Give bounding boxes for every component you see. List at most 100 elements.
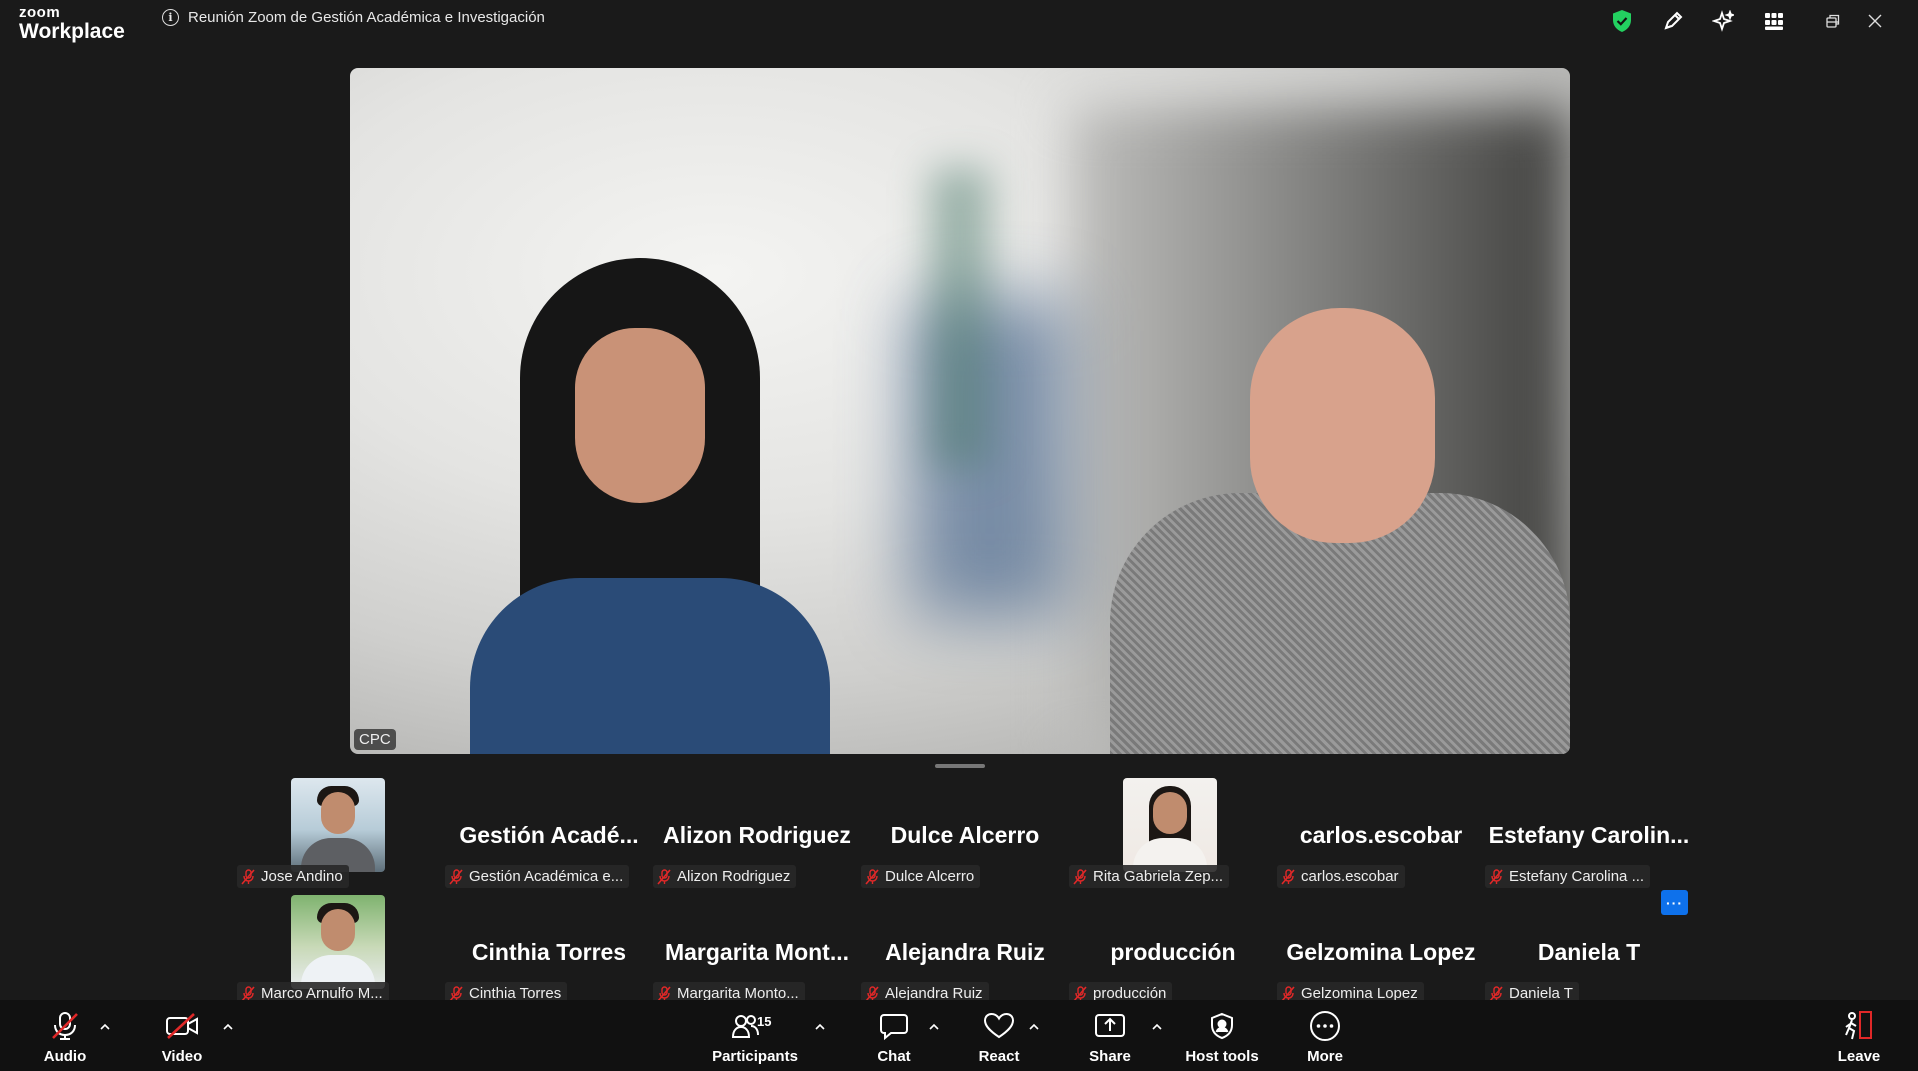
- participants-options-chevron-icon[interactable]: [813, 1020, 827, 1034]
- host-shield-icon: [1202, 1008, 1242, 1044]
- audio-label: Audio: [43, 1048, 87, 1065]
- logo-brand-bottom: Workplace: [19, 20, 125, 43]
- participants-icon: 15: [715, 1008, 795, 1044]
- participant-name-tag: carlos.escobar: [1277, 865, 1405, 888]
- participant-woman: [470, 258, 830, 754]
- participants-label: Participants: [712, 1048, 798, 1065]
- participant-tile[interactable]: Estefany Carolin... Estefany Carolina ...: [1485, 778, 1693, 888]
- react-options-chevron-icon[interactable]: [1027, 1020, 1041, 1034]
- participant-tile[interactable]: carlos.escobar carlos.escobar: [1277, 778, 1485, 888]
- meeting-toolbar: Audio Video 15 Participants Chat React S…: [0, 1000, 1918, 1071]
- participant-name-tag: Gestión Académica e...: [445, 865, 630, 888]
- photo-head: [321, 909, 355, 951]
- chat-options-chevron-icon[interactable]: [927, 1020, 941, 1034]
- zoom-logo: zoom Workplace: [19, 5, 125, 42]
- participant-name-tag: Rita Gabriela Zep...: [1069, 865, 1230, 888]
- microphone-muted-icon: [45, 1008, 85, 1044]
- participant-photo: [291, 895, 385, 989]
- participant-tile[interactable]: Alejandra Ruiz Alejandra Ruiz: [861, 895, 1069, 1005]
- mic-muted-icon: [241, 868, 255, 885]
- participant-display-name: Alizon Rodriguez: [663, 822, 851, 848]
- background-blur: [930, 168, 990, 468]
- share-button[interactable]: Share: [1089, 1008, 1131, 1068]
- participant-name-tag: Dulce Alcerro: [861, 865, 981, 888]
- participant-display-name: Daniela T: [1537, 939, 1641, 965]
- participant-name: Gestión Académica e...: [469, 868, 624, 885]
- ai-companion-icon[interactable]: [1710, 8, 1736, 34]
- participant-display-name: producción: [1110, 939, 1236, 965]
- participant-tile[interactable]: producción producción: [1069, 895, 1277, 1005]
- participant-name-tag: Alizon Rodriguez: [653, 865, 797, 888]
- participant-display-name: Cinthia Torres: [471, 939, 627, 965]
- react-button[interactable]: React: [979, 1008, 1019, 1068]
- participant-tile[interactable]: Gestión Acadé... Gestión Académica e...: [445, 778, 653, 888]
- participants-button[interactable]: 15 Participants: [712, 1008, 798, 1068]
- share-label: Share: [1089, 1048, 1131, 1065]
- resize-handle[interactable]: [935, 764, 985, 768]
- leave-label: Leave: [1837, 1048, 1881, 1065]
- participant-tile[interactable]: Marco Arnulfo M...: [237, 895, 445, 1005]
- participant-display-name: Dulce Alcerro: [890, 822, 1040, 848]
- participant-tile[interactable]: Gelzomina Lopez Gelzomina Lopez: [1277, 895, 1485, 1005]
- chat-bubble-icon: [874, 1008, 914, 1044]
- video-options-chevron-icon[interactable]: [221, 1020, 235, 1034]
- react-label: React: [978, 1048, 1020, 1065]
- more-dots-icon: [1305, 1008, 1345, 1044]
- participant-tile[interactable]: Margarita Mont... Margarita Monto...: [653, 895, 861, 1005]
- participant-name-tag: Jose Andino: [237, 865, 349, 888]
- participant-tile[interactable]: Rita Gabriela Zep...: [1069, 778, 1277, 888]
- camera-off-icon: [162, 1008, 202, 1044]
- host-tools-button[interactable]: Host tools: [1182, 1008, 1262, 1068]
- title-bar: zoom Workplace i Reunión Zoom de Gestión…: [0, 0, 1918, 49]
- audio-options-chevron-icon[interactable]: [98, 1020, 112, 1034]
- mic-muted-icon: [865, 868, 879, 885]
- participant-name: Estefany Carolina ...: [1509, 868, 1645, 885]
- more-button[interactable]: More: [1304, 1008, 1346, 1068]
- shield-icon[interactable]: [1609, 8, 1635, 34]
- gallery-more-button[interactable]: ···: [1661, 890, 1688, 915]
- participant-display-name: carlos.escobar: [1299, 822, 1463, 848]
- leave-button[interactable]: Leave: [1838, 1008, 1880, 1068]
- participant-display-name: Margarita Mont...: [664, 939, 849, 965]
- restore-window-icon[interactable]: [1820, 8, 1846, 34]
- participant-photo: [291, 778, 385, 872]
- video-name-label: CPC: [354, 729, 396, 750]
- participant-display-name: Gelzomina Lopez: [1286, 939, 1476, 965]
- chat-button[interactable]: Chat: [874, 1008, 914, 1068]
- info-icon[interactable]: i: [162, 9, 179, 26]
- participant-name: Rita Gabriela Zep...: [1093, 868, 1224, 885]
- participant-man: [1110, 308, 1570, 754]
- annotate-pen-icon[interactable]: [1660, 8, 1686, 34]
- share-screen-icon: [1090, 1008, 1130, 1044]
- participant-name-tag: Estefany Carolina ...: [1485, 865, 1651, 888]
- mic-muted-icon: [1489, 868, 1503, 885]
- participant-name: Dulce Alcerro: [885, 868, 975, 885]
- mic-muted-icon: [657, 868, 671, 885]
- photo-head: [1153, 792, 1187, 834]
- photo-head: [321, 792, 355, 834]
- share-options-chevron-icon[interactable]: [1150, 1020, 1164, 1034]
- apps-grid-icon[interactable]: [1761, 8, 1787, 34]
- participant-name: Jose Andino: [261, 868, 343, 885]
- participant-tile[interactable]: Jose Andino: [237, 778, 445, 888]
- mic-muted-icon: [449, 868, 463, 885]
- video-label: Video: [161, 1048, 203, 1065]
- participant-display-name: Gestión Acadé...: [459, 822, 639, 848]
- participant-tile[interactable]: Alizon Rodriguez Alizon Rodriguez: [653, 778, 861, 888]
- close-icon[interactable]: [1862, 8, 1888, 34]
- participant-tile[interactable]: Dulce Alcerro Dulce Alcerro: [861, 778, 1069, 888]
- chat-label: Chat: [877, 1048, 911, 1065]
- participant-tile[interactable]: Cinthia Torres Cinthia Torres: [445, 895, 653, 1005]
- logo-brand-top: zoom: [19, 4, 61, 21]
- active-speaker-video[interactable]: CPC: [350, 68, 1570, 754]
- participants-count: 15: [757, 1014, 772, 1029]
- mic-muted-icon: [1281, 868, 1295, 885]
- audio-button[interactable]: Audio: [43, 1008, 87, 1068]
- meeting-info[interactable]: i Reunión Zoom de Gestión Académica e In…: [162, 9, 545, 26]
- heart-icon: [979, 1008, 1019, 1044]
- leave-door-icon: [1839, 1008, 1879, 1044]
- participant-name: carlos.escobar: [1301, 868, 1399, 885]
- host-tools-label: Host tools: [1185, 1048, 1259, 1065]
- participant-name: Alizon Rodriguez: [677, 868, 791, 885]
- video-button[interactable]: Video: [161, 1008, 203, 1068]
